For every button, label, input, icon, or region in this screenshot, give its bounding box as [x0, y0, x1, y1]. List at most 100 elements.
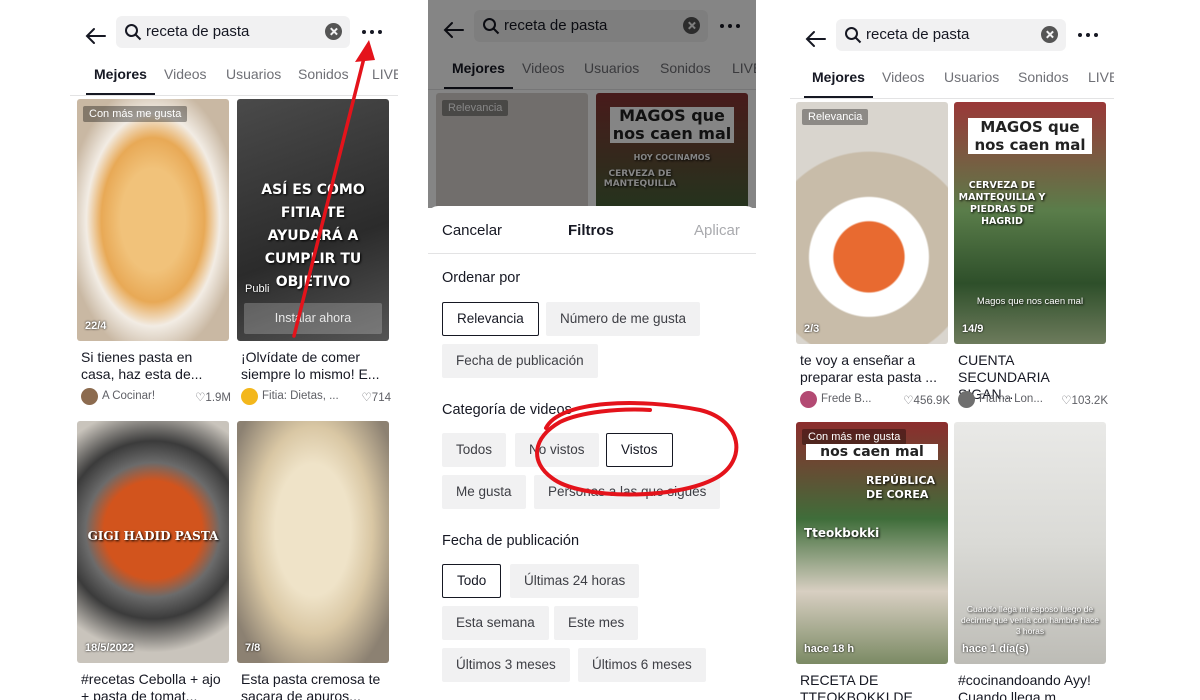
video-meta: Fitia: Dietas, ... ♡714 — [241, 388, 391, 406]
avatar[interactable] — [958, 391, 975, 408]
tab-sounds[interactable]: Sonidos — [1018, 69, 1069, 85]
more-icon[interactable] — [362, 26, 384, 38]
video-caption[interactable]: Si tienes pasta en casa, haz esta de... — [81, 349, 227, 383]
date-week[interactable]: Esta semana — [442, 606, 549, 640]
category-unwatched[interactable]: No vistos — [515, 433, 599, 467]
apply-button[interactable]: Aplicar — [694, 222, 740, 239]
video-date: hace 1 día(s) — [962, 643, 1029, 655]
tab-videos[interactable]: Videos — [882, 69, 925, 85]
category-liked[interactable]: Me gusta — [442, 475, 526, 509]
sort-option-date[interactable]: Fecha de publicación — [442, 344, 598, 378]
install-button[interactable]: Instalar ahora — [244, 303, 382, 334]
date-month[interactable]: Este mes — [554, 606, 639, 640]
avatar[interactable] — [800, 391, 817, 408]
category-all[interactable]: Todos — [442, 433, 507, 467]
tab-users[interactable]: Usuarios — [944, 69, 999, 85]
video-thumbnail[interactable]: Cuando llega mi esposo luego de decirme … — [954, 422, 1106, 664]
search-input[interactable]: receta de pasta — [116, 16, 350, 48]
thumbnail-overlay-text: nos caen mal — [806, 444, 938, 460]
sheet-title: Filtros — [568, 222, 614, 239]
clear-icon[interactable] — [1041, 26, 1058, 43]
filters-sheet: Cancelar Filtros Aplicar Ordenar por Rel… — [428, 206, 756, 700]
search-results-screen-left: receta de pasta Mejores Videos Usuarios … — [70, 0, 398, 700]
author-name[interactable]: Frede B... — [821, 393, 872, 405]
category-section-title: Categoría de videos — [442, 402, 572, 418]
search-query: receta de pasta — [146, 23, 250, 40]
video-caption[interactable]: #cocinandoando Ayy! Cuando llega m... — [958, 672, 1104, 700]
video-date: hace 18 h — [804, 643, 855, 655]
avatar[interactable] — [241, 388, 258, 405]
tab-users[interactable]: Usuarios — [226, 66, 281, 82]
thumbnail-overlay-text: GIGI HADID PASTA — [87, 529, 219, 543]
video-date: 14/9 — [962, 323, 984, 335]
filters-screen: receta de pasta Mejores Videos Usuarios … — [428, 0, 756, 700]
author-name[interactable]: A Cocinar! — [102, 390, 155, 402]
search-query: receta de pasta — [866, 26, 970, 43]
back-arrow-icon[interactable] — [84, 24, 108, 48]
tab-top[interactable]: Mejores — [86, 66, 155, 95]
search-header: receta de pasta — [790, 19, 1114, 59]
video-thumbnail[interactable]: Con más me gusta 22/4 — [77, 99, 229, 341]
like-count: ♡1.9M — [195, 392, 231, 404]
video-date: 7/8 — [245, 642, 261, 654]
category-watched[interactable]: Vistos — [606, 433, 673, 467]
thumbnail-overlay-text: CERVEZA DE MANTEQUILLA Y PIEDRAS DE HAGR… — [958, 180, 1046, 227]
thumbnail-overlay-text: ASÍ ES COMO FITIA TE AYUDARÁ A CUMPLIR T… — [261, 182, 365, 290]
thumbnail-overlay-text: REPÚBLICA DE COREA — [866, 474, 936, 501]
sheet-header: Cancelar Filtros Aplicar — [428, 206, 756, 254]
video-caption[interactable]: #recetas Cebolla + ajo + pasta de tomat.… — [81, 671, 227, 700]
sort-option-relevance[interactable]: Relevancia — [442, 302, 539, 336]
video-caption[interactable]: ¡Olvídate de comer siempre lo mismo! E..… — [241, 349, 387, 383]
date-3-months[interactable]: Últimos 3 meses — [442, 648, 570, 682]
video-meta: Flama Lon... ♡103.2K — [958, 391, 1108, 409]
more-icon[interactable] — [1078, 29, 1100, 41]
tab-sounds[interactable]: Sonidos — [298, 66, 349, 82]
video-thumbnail[interactable]: Relevancia 2/3 — [796, 102, 948, 344]
tab-live[interactable]: LIVE — [1088, 69, 1114, 85]
tab-videos[interactable]: Videos — [164, 66, 207, 82]
clear-icon[interactable] — [325, 23, 342, 40]
date-section-title: Fecha de publicación — [442, 533, 580, 549]
like-count: ♡103.2K — [1061, 395, 1108, 407]
thumbnail-overlay-text: Cuando llega mi esposo luego de decirme … — [961, 604, 1099, 636]
author-name[interactable]: Flama Lon... — [979, 393, 1043, 405]
thumbnail-overlay-text: Tteokbokki — [804, 526, 880, 540]
search-icon — [845, 27, 862, 44]
results-tabs: Mejores Videos Usuarios Sonidos LIVE — [790, 69, 1114, 99]
video-date: 2/3 — [804, 323, 820, 335]
search-header: receta de pasta — [70, 16, 398, 56]
ranking-tag: Con más me gusta — [802, 429, 907, 445]
video-thumbnail[interactable]: MAGOS que nos caen mal CERVEZA DE MANTEQ… — [954, 102, 1106, 344]
date-all[interactable]: Todo — [442, 564, 502, 598]
author-name[interactable]: Fitia: Dietas, ... — [262, 390, 339, 402]
tab-top[interactable]: Mejores — [804, 69, 873, 98]
thumbnail-overlay-text: MAGOS que nos caen mal — [968, 118, 1092, 154]
video-caption[interactable]: te voy a enseñar a preparar esta pasta .… — [800, 352, 946, 386]
sort-section-title: Ordenar por — [442, 270, 521, 286]
ranking-tag: Con más me gusta — [83, 106, 188, 122]
video-thumbnail[interactable]: ASÍ ES COMO FITIA TE AYUDARÁ A CUMPLIR T… — [237, 99, 389, 341]
date-6-months[interactable]: Últimos 6 meses — [578, 648, 706, 682]
back-arrow-icon[interactable] — [804, 27, 828, 51]
tab-live[interactable]: LIVE — [372, 66, 398, 82]
video-thumbnail[interactable]: GIGI HADID PASTA 18/5/2022 — [77, 421, 229, 663]
ranking-tag: Relevancia — [802, 109, 869, 125]
video-meta: Frede B... ♡456.9K — [800, 391, 950, 409]
video-thumbnail[interactable]: 7/8 — [237, 421, 389, 663]
search-icon — [125, 24, 142, 41]
category-following[interactable]: Personas a las que sigues — [534, 475, 721, 509]
avatar[interactable] — [81, 388, 98, 405]
video-caption[interactable]: RECETA DE TTEOKBOKKI DE CO... — [800, 672, 946, 700]
dim-overlay[interactable] — [428, 0, 756, 208]
video-thumbnail[interactable]: Con más me gusta nos caen mal REPÚBLICA … — [796, 422, 948, 664]
results-tabs: Mejores Videos Usuarios Sonidos LIVE — [70, 66, 398, 96]
sort-option-likes[interactable]: Número de me gusta — [546, 302, 701, 336]
cancel-button[interactable]: Cancelar — [442, 222, 502, 239]
video-meta: A Cocinar! ♡1.9M — [81, 388, 231, 406]
thumbnail-subtitle: Magos que nos caen mal — [976, 296, 1084, 307]
video-caption[interactable]: Esta pasta cremosa te sacara de apuros..… — [241, 671, 387, 700]
date-24h[interactable]: Últimas 24 horas — [510, 564, 640, 598]
video-date: 22/4 — [85, 320, 107, 332]
search-input[interactable]: receta de pasta — [836, 19, 1066, 51]
search-results-screen-right: receta de pasta Mejores Videos Usuarios … — [790, 0, 1114, 700]
